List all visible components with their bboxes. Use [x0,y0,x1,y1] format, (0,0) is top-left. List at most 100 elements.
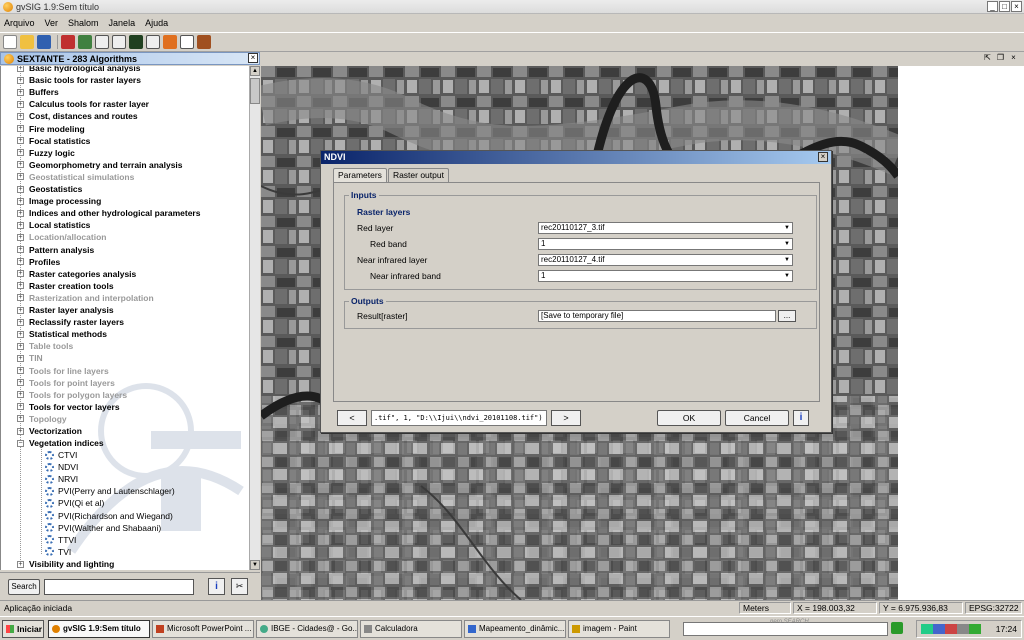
task-calculator[interactable]: Calculadora [360,620,462,638]
expand-icon[interactable]: + [17,415,24,423]
tree-group[interactable]: + Tools for polygon layers [1,389,127,401]
close-button[interactable]: × [1011,1,1022,12]
new-document-icon[interactable] [3,35,17,49]
menu-shalom[interactable]: Shalom [68,18,99,28]
tree-algorithm-item[interactable]: CTVI [1,449,77,461]
tree-group[interactable]: + Geostatistical simulations [1,171,134,183]
task-powerpoint[interactable]: Microsoft PowerPoint ... [152,620,254,638]
chevron-down-icon[interactable]: ▼ [783,240,791,248]
menu-janela[interactable]: Janela [109,18,136,28]
sextante-tools-icon[interactable] [197,35,211,49]
tree-group[interactable]: + Buffers [1,86,59,98]
chart-icon[interactable] [112,35,126,49]
nir-band-select[interactable]: 1 ▼ [538,270,793,282]
minimize-button[interactable]: _ [987,1,998,12]
expand-icon[interactable]: + [17,112,24,120]
expand-icon[interactable]: + [17,560,24,568]
info-icon[interactable]: i [208,578,225,595]
tree-group[interactable]: + Rasterization and interpolation [1,292,154,304]
add-layer-icon[interactable] [61,35,75,49]
view-close-icon[interactable]: × [1009,54,1018,63]
tree-algorithm-item[interactable]: NRVI [1,473,78,485]
expand-icon[interactable]: + [17,282,24,290]
expand-icon[interactable]: + [17,173,24,181]
tree-group[interactable]: + Tools for line layers [1,365,109,377]
expand-icon[interactable]: + [17,318,24,326]
tree-algorithm-item[interactable]: TTVI [1,534,76,546]
tree-group[interactable]: + Indices and other hydrological paramete… [1,207,200,219]
menu-ver[interactable]: Ver [45,18,59,28]
layer-tool-icon[interactable] [78,35,92,49]
expand-icon[interactable]: + [17,161,24,169]
search-button[interactable]: Search [8,579,40,595]
command-field[interactable]: .tif", 1, "D:\\Ijui\\ndvi_20101108.tif") [371,410,547,426]
tree-group[interactable]: + Local statistics [1,219,90,231]
expand-icon[interactable]: + [17,137,24,145]
chevron-down-icon[interactable]: ▼ [783,272,791,280]
chevron-down-icon[interactable]: ▼ [783,224,791,232]
task-gvsig[interactable]: gvSIG 1.9:Sem título [48,620,150,638]
expand-icon[interactable]: + [17,427,24,435]
ok-button[interactable]: OK [657,410,721,426]
expand-icon[interactable]: + [17,330,24,338]
grid-icon[interactable] [180,35,194,49]
red-layer-select[interactable]: rec20110127_3.tif ▼ [538,222,793,234]
tree-algorithm-item[interactable]: PVI(Qi et al) [1,497,104,509]
tree-group[interactable]: − Vegetation indices [1,437,104,449]
tools-icon[interactable]: ✂ [231,578,248,595]
result-output-field[interactable]: [Save to temporary file] [538,310,776,322]
restore-icon[interactable]: ❐ [996,54,1005,63]
start-button[interactable]: Iniciar [2,620,44,638]
tree-group[interactable]: + Raster creation tools [1,280,114,292]
expand-icon[interactable]: + [17,294,24,302]
expand-icon[interactable]: + [17,100,24,108]
tree-group[interactable]: + Vectorization [1,425,82,437]
tree-group[interactable]: + Basic hydrological analysis [1,66,141,74]
terminal-icon[interactable] [129,35,143,49]
tree-group[interactable]: + Statistical methods [1,328,107,340]
task-paint[interactable]: imagem - Paint [568,620,670,638]
expand-icon[interactable]: + [17,391,24,399]
expand-icon[interactable]: + [17,367,24,374]
expand-icon[interactable]: + [17,197,24,205]
tree-algorithm-item[interactable]: PVI(Richardson and Wiegand) [1,510,173,522]
tree-group[interactable]: + Fuzzy logic [1,147,75,159]
dialog-close-icon[interactable]: × [818,152,828,162]
tree-group[interactable]: + Profiles [1,256,60,268]
tree-group[interactable]: + Geomorphometry and terrain analysis [1,159,183,171]
close-icon[interactable]: × [248,53,258,63]
tree-group[interactable]: + Pattern analysis [1,244,94,256]
expand-icon[interactable]: + [17,66,24,72]
open-folder-icon[interactable] [20,35,34,49]
float-icon[interactable]: ⇱ [983,54,992,63]
tree-group[interactable]: + Raster layer analysis [1,304,114,316]
expand-icon[interactable]: + [17,258,24,266]
collapse-icon[interactable]: − [17,439,24,447]
tree-group[interactable]: + TIN [1,352,43,364]
expand-icon[interactable]: + [17,354,24,362]
task-chrome[interactable]: IBGE - Cidades@ - Go... [256,620,358,638]
save-icon[interactable] [37,35,51,49]
tree-group[interactable]: + Cost, distances and routes [1,110,138,122]
script-icon[interactable] [146,35,160,49]
scroll-down-icon[interactable]: ▼ [250,560,260,570]
tree-group[interactable]: + Basic tools for raster layers [1,74,141,86]
help-icon[interactable]: i [793,410,809,426]
expand-icon[interactable]: + [17,246,24,253]
tree-group[interactable]: + Raster categories analysis [1,268,136,280]
nir-layer-select[interactable]: rec20110127_4.tif ▼ [538,254,793,266]
go-icon[interactable] [891,622,903,634]
history-next-button[interactable]: > [551,410,581,426]
expand-icon[interactable]: + [17,403,24,411]
expand-icon[interactable]: + [17,379,24,387]
cancel-button[interactable]: Cancel [725,410,789,426]
expand-icon[interactable]: + [17,149,24,157]
tree-group[interactable]: + Geostatistics [1,183,82,195]
maximize-button[interactable]: □ [999,1,1010,12]
expand-icon[interactable]: + [17,233,24,241]
tree-algorithm-item[interactable]: TVI [1,546,71,558]
red-band-select[interactable]: 1 ▼ [538,238,793,250]
tree-algorithm-item[interactable]: PVI(Walther and Shabaani) [1,522,161,534]
task-mapeamento[interactable]: Mapeamento_dinâmic... [464,620,566,638]
history-prev-button[interactable]: < [337,410,367,426]
